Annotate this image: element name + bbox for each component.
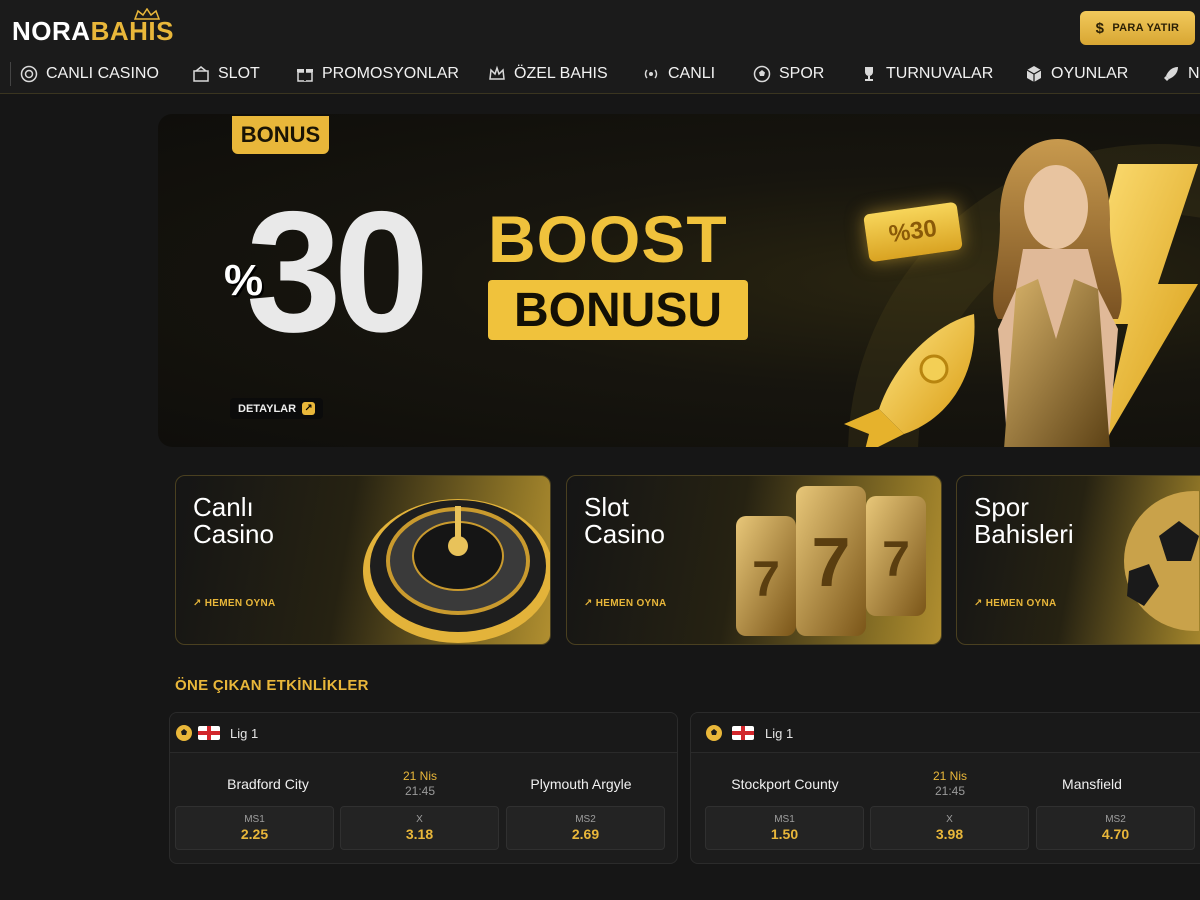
soccer-ball-illustration bbox=[1124, 491, 1199, 631]
nav-item-ozel-bahis[interactable]: ÖZEL BAHIS bbox=[488, 63, 608, 85]
home-team: Stockport County bbox=[731, 776, 839, 792]
slot-reels-illustration: 7 7 7 bbox=[736, 486, 926, 636]
odd-button-ms1[interactable]: MS1 2.25 bbox=[175, 806, 334, 850]
nav-item-slot[interactable]: SLOT bbox=[192, 63, 260, 85]
logo-text-nora: NORA bbox=[12, 16, 91, 46]
section-title-featured: ÖNE ÇIKAN ETKİNLİKLER bbox=[175, 677, 369, 694]
crown-icon bbox=[488, 65, 506, 83]
roulette-illustration bbox=[363, 499, 550, 643]
nav-label: CANLI bbox=[668, 65, 716, 82]
soccer-ball-icon bbox=[706, 725, 722, 741]
details-button[interactable]: DETAYLAR ↗ bbox=[230, 398, 324, 419]
banner-headline: BOOST bbox=[488, 202, 728, 276]
nav-divider bbox=[10, 62, 11, 86]
card-slot-casino[interactable]: Slot Casino ↗ HEMEN OYNA 7 7 7 bbox=[566, 475, 942, 645]
deposit-label: PARA YATIR bbox=[1112, 22, 1180, 34]
event-time: 21:45 bbox=[404, 784, 436, 798]
event-card[interactable]: Lig 1 Bradford City 21 Nis 21:45 Plymout… bbox=[169, 712, 678, 864]
league-name: Lig 1 bbox=[230, 726, 259, 741]
nav-item-promosyonlar[interactable]: PROMOSYONLAR bbox=[296, 63, 459, 85]
soccer-ball-icon bbox=[753, 65, 771, 83]
chip-icon bbox=[20, 65, 38, 83]
odd-button-ms2[interactable]: MS2 2.69 bbox=[506, 806, 665, 850]
svg-text:7: 7 bbox=[752, 551, 780, 607]
nav-label: PROMOSYONLAR bbox=[322, 65, 459, 82]
logo-text-bahis: BAHIS bbox=[90, 16, 174, 46]
event-card[interactable]: Lig 1 Stockport County 21 Nis 21:45 Mans… bbox=[690, 712, 1200, 864]
nav-label: CANLI CASINO bbox=[46, 65, 159, 82]
nav-label: SLOT bbox=[218, 65, 260, 82]
gift-icon bbox=[296, 65, 314, 83]
cube-icon bbox=[1025, 65, 1043, 83]
rocket-icon bbox=[1162, 65, 1180, 83]
banner-number: 30 bbox=[246, 176, 429, 368]
card-cta[interactable]: ↗ HEMEN OYNA bbox=[584, 598, 667, 609]
odd-button-ms2[interactable]: MS2 4.70 bbox=[1036, 806, 1195, 850]
deposit-button[interactable]: $ PARA YATIR bbox=[1080, 11, 1195, 45]
nav-item-no[interactable]: NO bbox=[1162, 63, 1200, 85]
card-canli-casino[interactable]: Canlı Casino ↗ HEMEN OYNA bbox=[175, 475, 551, 645]
card-title: Canlı Casino bbox=[193, 492, 274, 549]
bonus-tag: BONUS bbox=[232, 116, 329, 154]
league-name: Lig 1 bbox=[765, 726, 794, 741]
odd-button-x[interactable]: X 3.18 bbox=[340, 806, 499, 850]
svg-text:7: 7 bbox=[812, 523, 851, 601]
nav-label: OYUNLAR bbox=[1051, 65, 1129, 82]
home-team: Bradford City bbox=[227, 776, 309, 792]
nav-item-spor[interactable]: SPOR bbox=[753, 63, 824, 85]
card-cta[interactable]: ↗ HEMEN OYNA bbox=[974, 598, 1057, 609]
nav-item-turnuvalar[interactable]: TURNUVALAR bbox=[860, 63, 993, 85]
nav-label: ÖZEL BAHIS bbox=[514, 65, 608, 82]
nav-item-canli[interactable]: CANLI bbox=[642, 63, 715, 85]
card-title: Spor Bahisleri bbox=[974, 492, 1074, 549]
slot-icon bbox=[192, 65, 210, 83]
nav-label: TURNUVALAR bbox=[886, 65, 994, 82]
event-header: Lig 1 bbox=[691, 713, 1200, 753]
banner-subheadline: BONUSU bbox=[488, 280, 748, 340]
arrow-up-right-icon: ↗ bbox=[302, 402, 316, 415]
odd-button-ms1[interactable]: MS1 1.50 bbox=[705, 806, 864, 850]
details-label: DETAYLAR bbox=[238, 402, 297, 415]
logo[interactable]: NORABAHIS bbox=[12, 16, 174, 47]
odd-button-x[interactable]: X 3.98 bbox=[870, 806, 1029, 850]
away-team: Plymouth Argyle bbox=[530, 776, 632, 792]
promo-banner[interactable]: BONUS 30 % BOOST BONUSU DETAYLAR ↗ %30 bbox=[158, 114, 1200, 447]
trophy-icon bbox=[860, 65, 878, 83]
card-cta[interactable]: ↗ HEMEN OYNA bbox=[193, 598, 276, 609]
card-title: Slot Casino bbox=[584, 492, 665, 549]
dollar-icon: $ bbox=[1095, 19, 1105, 37]
england-flag-icon bbox=[732, 726, 754, 740]
live-icon bbox=[642, 65, 660, 83]
away-team: Mansfield bbox=[1062, 776, 1122, 792]
banner-percent-sign: % bbox=[224, 256, 264, 305]
event-header: Lig 1 bbox=[170, 713, 677, 753]
site-header: NORABAHIS $ PARA YATIR CANLI CASINO SLOT… bbox=[0, 0, 1200, 94]
rocket-illustration bbox=[844, 314, 975, 447]
nav-item-oyunlar[interactable]: OYUNLAR bbox=[1025, 63, 1128, 85]
event-date: 21 Nis bbox=[932, 769, 967, 783]
svg-text:7: 7 bbox=[882, 531, 910, 587]
nav-label: SPOR bbox=[779, 65, 825, 82]
nav-item-canli-casino[interactable]: CANLI CASINO bbox=[20, 63, 159, 85]
event-time: 21:45 bbox=[934, 784, 966, 798]
soccer-ball-icon bbox=[176, 725, 192, 741]
nav-label: NO bbox=[1188, 65, 1200, 82]
card-spor-bahisleri[interactable]: Spor Bahisleri ↗ HEMEN OYNA bbox=[956, 475, 1200, 645]
logo-crown-icon bbox=[134, 8, 160, 20]
england-flag-icon bbox=[198, 726, 220, 740]
event-date: 21 Nis bbox=[402, 769, 437, 783]
